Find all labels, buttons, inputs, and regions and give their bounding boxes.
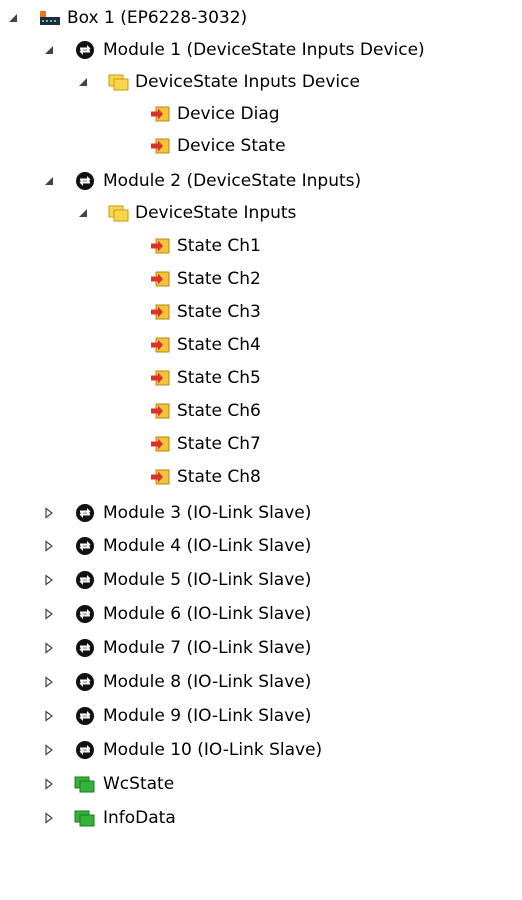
green-data-icon <box>74 775 96 793</box>
tree-item-label: Module 1 (DeviceState Inputs Device) <box>103 40 425 60</box>
tree-item-label: Module 5 (IO-Link Slave) <box>103 570 312 590</box>
tree-item-module-1[interactable]: Module 1 (DeviceState Inputs Device) <box>0 34 522 66</box>
input-variable-icon <box>149 435 171 453</box>
tree-item-module-7[interactable]: Module 7 (IO-Link Slave) <box>0 632 522 664</box>
tree-item-state-ch1[interactable]: State Ch1 <box>0 230 522 262</box>
tree-item-state-ch8[interactable]: State Ch8 <box>0 461 522 493</box>
tree-item-infodata[interactable]: InfoData <box>0 802 522 834</box>
collapsed-arrow-icon[interactable] <box>41 734 57 766</box>
tree-item-wcstate[interactable]: WcState <box>0 768 522 800</box>
input-variable-icon <box>149 369 171 387</box>
module-icon <box>74 571 96 589</box>
tree-item-module-10[interactable]: Module 10 (IO-Link Slave) <box>0 734 522 766</box>
tree-item-label: State Ch4 <box>177 335 261 355</box>
expanded-arrow-icon[interactable] <box>41 34 57 66</box>
tree-item-label: Module 9 (IO-Link Slave) <box>103 706 312 726</box>
input-variable-icon <box>149 303 171 321</box>
module-icon <box>74 639 96 657</box>
module-icon <box>74 741 96 759</box>
tree-item-label: State Ch5 <box>177 368 261 388</box>
tree-item-label: State Ch3 <box>177 302 261 322</box>
collapsed-arrow-icon[interactable] <box>41 768 57 800</box>
input-variable-icon <box>149 237 171 255</box>
input-variable-icon <box>149 270 171 288</box>
tree-item-state-ch2[interactable]: State Ch2 <box>0 263 522 295</box>
tree-item-label: Box 1 (EP6228-3032) <box>67 8 248 28</box>
expanded-arrow-icon[interactable] <box>5 2 21 34</box>
tree-item-label: InfoData <box>103 808 176 828</box>
tree-item-label: DeviceState Inputs Device <box>135 72 360 92</box>
input-variable-icon <box>149 105 171 123</box>
tree-item-label: State Ch2 <box>177 269 261 289</box>
tree-item-state-ch4[interactable]: State Ch4 <box>0 329 522 361</box>
module-icon <box>74 673 96 691</box>
tree-item-state-ch6[interactable]: State Ch6 <box>0 395 522 427</box>
tree-item-state-ch7[interactable]: State Ch7 <box>0 428 522 460</box>
collapsed-arrow-icon[interactable] <box>41 598 57 630</box>
tree-item-module-4[interactable]: Module 4 (IO-Link Slave) <box>0 530 522 562</box>
expanded-arrow-icon[interactable] <box>75 66 91 98</box>
ethercat-box-icon <box>39 9 61 27</box>
tree-item-module-3[interactable]: Module 3 (IO-Link Slave) <box>0 497 522 529</box>
collapsed-arrow-icon[interactable] <box>41 497 57 529</box>
input-variable-icon <box>149 336 171 354</box>
tree-item-label: Module 8 (IO-Link Slave) <box>103 672 312 692</box>
collapsed-arrow-icon[interactable] <box>41 700 57 732</box>
module-icon <box>74 41 96 59</box>
tree-item-label: DeviceState Inputs <box>135 203 297 223</box>
tree-item-label: WcState <box>103 774 175 794</box>
tree-item-label: Module 6 (IO-Link Slave) <box>103 604 312 624</box>
module-icon <box>74 504 96 522</box>
module-icon <box>74 172 96 190</box>
input-variable-icon <box>149 468 171 486</box>
folder-icon <box>108 73 130 91</box>
tree-item-label: State Ch6 <box>177 401 261 421</box>
tree-item-label: State Ch8 <box>177 467 261 487</box>
green-data-icon <box>74 809 96 827</box>
tree-view: Box 1 (EP6228-3032) Module 1 (DeviceStat… <box>0 0 522 900</box>
tree-item-module-9[interactable]: Module 9 (IO-Link Slave) <box>0 700 522 732</box>
tree-item-box-1[interactable]: Box 1 (EP6228-3032) <box>0 2 522 34</box>
module-icon <box>74 707 96 725</box>
tree-item-device-diag[interactable]: Device Diag <box>0 98 522 130</box>
folder-icon <box>108 204 130 222</box>
tree-item-label: Device State <box>177 136 286 156</box>
tree-item-state-ch5[interactable]: State Ch5 <box>0 362 522 394</box>
module-icon <box>74 605 96 623</box>
collapsed-arrow-icon[interactable] <box>41 632 57 664</box>
tree-item-label: Module 2 (DeviceState Inputs) <box>103 171 362 191</box>
tree-item-label: Device Diag <box>177 104 280 124</box>
tree-item-module-5[interactable]: Module 5 (IO-Link Slave) <box>0 564 522 596</box>
tree-item-label: State Ch7 <box>177 434 261 454</box>
tree-item-label: Module 4 (IO-Link Slave) <box>103 536 312 556</box>
collapsed-arrow-icon[interactable] <box>41 666 57 698</box>
collapsed-arrow-icon[interactable] <box>41 802 57 834</box>
expanded-arrow-icon[interactable] <box>41 165 57 197</box>
tree-item-label: Module 10 (IO-Link Slave) <box>103 740 323 760</box>
tree-item-label: State Ch1 <box>177 236 261 256</box>
module-icon <box>74 537 96 555</box>
collapsed-arrow-icon[interactable] <box>41 530 57 562</box>
collapsed-arrow-icon[interactable] <box>41 564 57 596</box>
tree-item-label: Module 3 (IO-Link Slave) <box>103 503 312 523</box>
expanded-arrow-icon[interactable] <box>75 197 91 229</box>
tree-item-device-state[interactable]: Device State <box>0 130 522 162</box>
tree-item-module-8[interactable]: Module 8 (IO-Link Slave) <box>0 666 522 698</box>
tree-item-group-devicestate-inputs[interactable]: DeviceState Inputs <box>0 197 522 229</box>
tree-item-state-ch3[interactable]: State Ch3 <box>0 296 522 328</box>
tree-item-label: Module 7 (IO-Link Slave) <box>103 638 312 658</box>
tree-item-module-6[interactable]: Module 6 (IO-Link Slave) <box>0 598 522 630</box>
tree-item-group-devicestate-inputs-device[interactable]: DeviceState Inputs Device <box>0 66 522 98</box>
input-variable-icon <box>149 137 171 155</box>
input-variable-icon <box>149 402 171 420</box>
tree-item-module-2[interactable]: Module 2 (DeviceState Inputs) <box>0 165 522 197</box>
